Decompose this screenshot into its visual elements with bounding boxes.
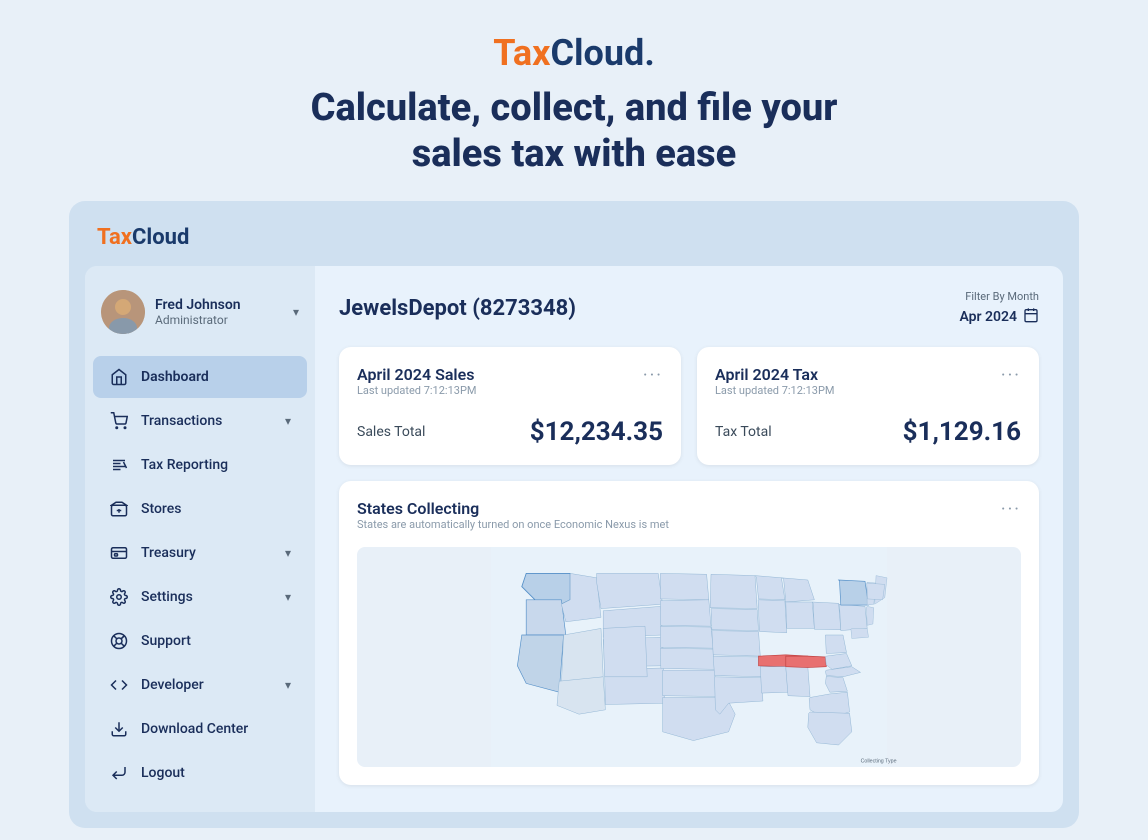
user-info: Fred Johnson Administrator [155,297,283,327]
logo-tax: Tax [493,32,550,74]
logo-cloud: Cloud [550,32,644,74]
tax-card-subtitle: Last updated 7:12:13PM [715,384,835,397]
support-icon [109,631,129,651]
tax-card-body: Tax Total $1,129.16 [715,417,1021,447]
sales-card-header: April 2024 Sales Last updated 7:12:13PM … [357,365,663,413]
filter-section: Filter By Month Apr 2024 [959,290,1039,327]
app-logo: TaxCloud [97,225,189,250]
download-center-icon [109,719,129,739]
sidebar-item-treasury[interactable]: Treasury ▾ [93,532,307,574]
sales-metric-value: $12,234.35 [530,417,663,447]
sidebar-item-label-support: Support [141,633,291,649]
map-container: Collecting Type [357,547,1021,767]
sidebar-item-label-tax-reporting: Tax Reporting [141,457,291,473]
filter-value[interactable]: Apr 2024 [959,307,1039,327]
tax-card: April 2024 Tax Last updated 7:12:13PM ··… [697,347,1039,465]
calendar-icon[interactable] [1023,307,1039,327]
app-logo-cloud: Cloud [132,225,189,250]
sidebar-item-label-developer: Developer [141,677,273,693]
hero-section: TaxCloud. Calculate, collect, and file y… [0,0,1148,201]
sidebar-item-label-transactions: Transactions [141,413,273,429]
sidebar-item-label-dashboard: Dashboard [141,369,291,385]
app-logo-tax: Tax [97,225,132,250]
user-role: Administrator [155,313,283,327]
cards-row: April 2024 Sales Last updated 7:12:13PM … [339,347,1039,465]
store-title: JewelsDepot (8273348) [339,296,576,321]
settings-chevron-icon: ▾ [285,590,291,604]
sidebar-item-label-logout: Logout [141,765,291,781]
developer-chevron-icon: ▾ [285,678,291,692]
states-card-header: States Collecting States are automatical… [357,499,1021,543]
tax-metric-value: $1,129.16 [903,417,1021,447]
sidebar-item-label-treasury: Treasury [141,545,273,561]
states-collecting-card: States Collecting States are automatical… [339,481,1039,785]
sidebar-item-label-download-center: Download Center [141,721,291,737]
tax-card-title: April 2024 Tax [715,365,835,384]
sidebar-item-tax-reporting[interactable]: Tax Reporting [93,444,307,486]
settings-icon [109,587,129,607]
treasury-icon [109,543,129,563]
states-card-title: States Collecting [357,499,669,518]
svg-text:Collecting Type: Collecting Type [861,759,897,765]
tax-card-menu[interactable]: ··· [1001,365,1021,386]
developer-icon [109,675,129,695]
app-body: Fred Johnson Administrator ▾ Dashboard [85,266,1063,812]
sidebar: Fred Johnson Administrator ▾ Dashboard [85,266,315,812]
us-map-svg: Collecting Type [357,547,1021,767]
user-chevron-icon: ▾ [293,305,299,319]
avatar [101,290,145,334]
sidebar-item-label-stores: Stores [141,501,291,517]
sidebar-item-download-center[interactable]: Download Center [93,708,307,750]
filter-label: Filter By Month [965,290,1039,303]
home-icon [109,367,129,387]
sales-card-subtitle: Last updated 7:12:13PM [357,384,477,397]
sidebar-item-dashboard[interactable]: Dashboard [93,356,307,398]
sales-card-body: Sales Total $12,234.35 [357,417,663,447]
user-section[interactable]: Fred Johnson Administrator ▾ [85,282,315,354]
hero-logo: TaxCloud. [0,32,1148,74]
transactions-chevron-icon: ▾ [285,414,291,428]
treasury-chevron-icon: ▾ [285,546,291,560]
sidebar-item-transactions[interactable]: Transactions ▾ [93,400,307,442]
states-card-menu[interactable]: ··· [1001,499,1021,520]
transactions-icon [109,411,129,431]
sidebar-item-label-settings: Settings [141,589,273,605]
sales-card-menu[interactable]: ··· [643,365,663,386]
user-name: Fred Johnson [155,297,283,313]
sales-card-title: April 2024 Sales [357,365,477,384]
sidebar-item-developer[interactable]: Developer ▾ [93,664,307,706]
sales-metric-label: Sales Total [357,424,425,440]
tax-reporting-icon [109,455,129,475]
app-container: TaxCloud Fred Johnson [69,201,1079,828]
tax-card-header: April 2024 Tax Last updated 7:12:13PM ··… [715,365,1021,413]
sidebar-item-settings[interactable]: Settings ▾ [93,576,307,618]
sidebar-item-stores[interactable]: Stores [93,488,307,530]
main-content: JewelsDepot (8273348) Filter By Month Ap… [315,266,1063,812]
sidebar-item-support[interactable]: Support [93,620,307,662]
filter-month-value: Apr 2024 [959,309,1017,325]
logo-dot: . [644,32,654,74]
states-card-subtitle: States are automatically turned on once … [357,518,669,531]
main-header: JewelsDepot (8273348) Filter By Month Ap… [339,290,1039,327]
app-header: TaxCloud [85,217,1063,266]
tax-metric-label: Tax Total [715,424,772,440]
hero-tagline: Calculate, collect, and file your sales … [224,86,924,177]
sales-card: April 2024 Sales Last updated 7:12:13PM … [339,347,681,465]
stores-icon [109,499,129,519]
logout-icon [109,763,129,783]
sidebar-item-logout[interactable]: Logout [93,752,307,794]
